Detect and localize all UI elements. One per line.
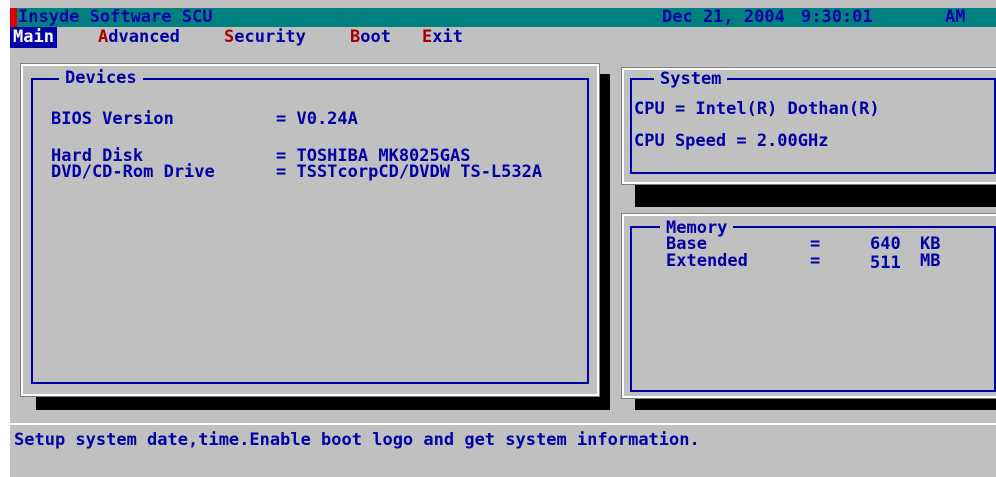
am-pm: AM xyxy=(945,7,966,27)
dvd-drive-label: DVD/CD-Rom Drive xyxy=(51,162,215,182)
tab-security-hotkey: S xyxy=(224,27,235,47)
status-help-text: Setup system date,time.Enable boot logo … xyxy=(14,430,700,450)
cpu-info: CPU = Intel(R) Dothan(R) xyxy=(634,99,880,119)
memory-panel-shadow xyxy=(635,396,996,410)
cpu-speed: CPU Speed = 2.00GHz xyxy=(634,131,829,151)
tab-advanced-hotkey: A xyxy=(98,27,109,47)
dvd-drive-value: = TSSTcorpCD/DVDW TS-L532A xyxy=(276,162,543,182)
system-panel: System CPU = Intel(R) Dothan(R) CPU Spee… xyxy=(622,68,996,184)
system-panel-frame xyxy=(630,78,996,174)
title-marker xyxy=(10,8,17,27)
system-date[interactable]: Dec 21, 2004 xyxy=(662,8,785,27)
bios-version-value: = V0.24A xyxy=(276,109,358,129)
status-bar: Setup system date,time.Enable boot logo … xyxy=(10,423,996,477)
devices-panel: Devices BIOS Version = V0.24A Hard Disk … xyxy=(21,64,599,396)
tab-exit-hotkey: E xyxy=(422,27,433,47)
devices-panel-shadow xyxy=(36,396,610,410)
tab-main-hotkey: M xyxy=(13,27,24,47)
tab-main-label: ain xyxy=(23,27,54,47)
tab-boot-label: oot xyxy=(360,27,391,47)
menu-bar: Main Advanced Security Boot Exit xyxy=(10,27,996,48)
devices-legend: Devices xyxy=(59,69,143,87)
tab-security[interactable]: Security xyxy=(224,27,306,48)
memory-base-value: 640 xyxy=(870,234,901,254)
tab-advanced[interactable]: Advanced xyxy=(98,27,180,48)
bios-screen: Insyde Software SCU Dec 21, 2004 9:30:01… xyxy=(10,0,996,477)
tab-exit[interactable]: Exit xyxy=(422,27,463,48)
tab-main[interactable]: Main xyxy=(10,27,57,48)
app-title: Insyde Software SCU xyxy=(18,7,213,27)
memory-extended-unit: MB xyxy=(920,251,941,271)
tab-security-label: ecurity xyxy=(234,27,306,47)
bios-version-label: BIOS Version xyxy=(51,109,174,129)
system-time[interactable]: 9:30:01 xyxy=(801,8,873,27)
tab-exit-label: xit xyxy=(432,27,463,47)
memory-extended-value: 511 xyxy=(870,253,901,273)
tab-advanced-label: dvanced xyxy=(108,27,180,47)
system-legend: System xyxy=(654,70,728,88)
title-bar: Insyde Software SCU Dec 21, 2004 9:30:01… xyxy=(10,8,996,27)
memory-extended-equals: = xyxy=(810,251,821,271)
system-panel-shadow xyxy=(635,181,996,207)
memory-panel: Memory Base = 640 KB Extended = 511 MB xyxy=(622,214,996,398)
memory-extended-label: Extended xyxy=(666,251,748,271)
tab-boot-hotkey: B xyxy=(350,27,361,47)
devices-panel-shadow-side xyxy=(599,74,610,410)
tab-boot[interactable]: Boot xyxy=(350,27,391,48)
